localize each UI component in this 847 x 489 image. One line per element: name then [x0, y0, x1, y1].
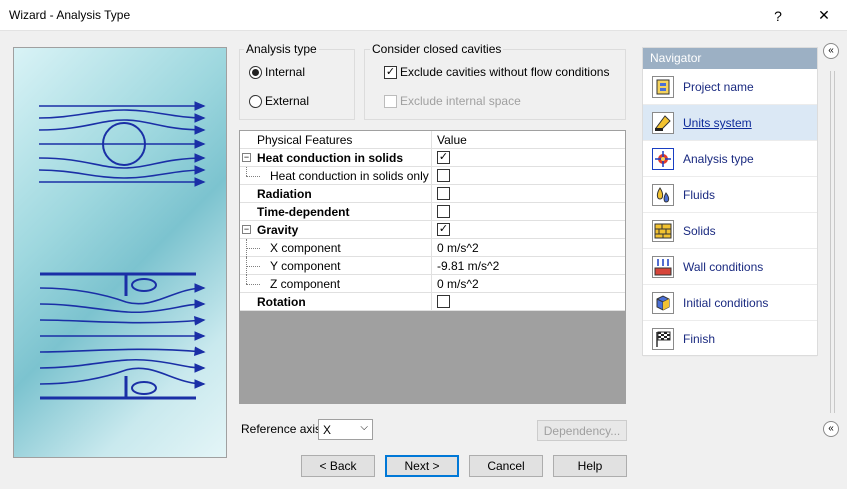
- nav-item-solids[interactable]: Solids: [643, 213, 817, 249]
- reference-axis-label: Reference axis:: [241, 422, 325, 436]
- analysis-type-legend: Analysis type: [244, 42, 319, 56]
- back-button[interactable]: < Back: [301, 455, 375, 477]
- time-dependent-checkbox[interactable]: [437, 205, 450, 218]
- navigator-collapse-bottom-button[interactable]: «: [823, 421, 839, 437]
- nav-item-label: Solids: [683, 224, 716, 238]
- grid-header-row: Physical Features Value: [240, 131, 625, 149]
- exclude-cavities-label: Exclude cavities without flow conditions: [400, 65, 610, 79]
- heat-conduction-only-checkbox[interactable]: [437, 169, 450, 182]
- table-row[interactable]: Heat conduction in solids only: [240, 167, 625, 185]
- table-row[interactable]: Radiation: [240, 185, 625, 203]
- navigator-title: Navigator: [643, 48, 817, 69]
- exclude-cavities-checkbox[interactable]: ✓ Exclude cavities without flow conditio…: [384, 65, 609, 79]
- nav-item-label: Analysis type: [683, 152, 754, 166]
- finish-icon: [652, 328, 674, 350]
- collapse-icon[interactable]: −: [242, 225, 251, 234]
- nav-item-label: Units system: [683, 116, 752, 130]
- heat-conduction-checkbox[interactable]: ✓: [437, 151, 450, 164]
- table-row[interactable]: − Heat conduction in solids ✓: [240, 149, 625, 167]
- radio-internal-label: Internal: [265, 65, 306, 79]
- nav-item-analysis-type[interactable]: Analysis type: [643, 141, 817, 177]
- physical-features-grid: Physical Features Value − Heat conduction…: [239, 130, 626, 404]
- double-chevron-left-icon: «: [828, 423, 834, 434]
- header-value: Value: [437, 132, 467, 147]
- units-system-icon: [652, 112, 674, 134]
- exclude-internal-space-label: Exclude internal space: [400, 94, 521, 108]
- radio-external-indicator: [249, 94, 262, 108]
- reference-axis-select[interactable]: X ⌵: [318, 419, 373, 440]
- navigator-collapse-top-button[interactable]: «: [823, 43, 839, 59]
- nav-item-finish[interactable]: Finish: [643, 321, 817, 357]
- project-name-icon: [652, 76, 674, 98]
- z-component-value[interactable]: 0 m/s^2: [432, 275, 625, 292]
- table-row[interactable]: Z component 0 m/s^2: [240, 275, 625, 293]
- radio-internal[interactable]: Internal: [249, 65, 305, 79]
- radio-external[interactable]: External: [249, 94, 309, 108]
- nav-item-label: Finish: [683, 332, 716, 346]
- nav-item-project-name[interactable]: Project name: [643, 69, 817, 105]
- close-icon: ✕: [818, 7, 830, 23]
- dependency-button[interactable]: Dependency...: [537, 420, 627, 441]
- collapse-icon[interactable]: −: [242, 153, 251, 162]
- flow-illustration: [13, 47, 227, 458]
- next-button[interactable]: Next >: [385, 455, 459, 477]
- table-row[interactable]: Y component -9.81 m/s^2: [240, 257, 625, 275]
- navigator-splitter[interactable]: [830, 71, 835, 413]
- table-row[interactable]: Rotation: [240, 293, 625, 311]
- rotation-checkbox[interactable]: [437, 295, 450, 308]
- radiation-checkbox[interactable]: [437, 187, 450, 200]
- help-icon: ?: [774, 7, 782, 24]
- radio-external-label: External: [265, 94, 310, 108]
- table-row[interactable]: Time-dependent: [240, 203, 625, 221]
- nav-item-initial-conditions[interactable]: Initial conditions: [643, 285, 817, 321]
- flow-lines-graphic: [38, 101, 206, 400]
- gravity-checkbox[interactable]: ✓: [437, 223, 450, 236]
- nav-item-label: Fluids: [683, 188, 716, 202]
- cancel-button[interactable]: Cancel: [469, 455, 543, 477]
- exclude-internal-space-box: [384, 94, 397, 108]
- table-row[interactable]: − Gravity ✓: [240, 221, 625, 239]
- closed-cavities-legend: Consider closed cavities: [370, 42, 504, 56]
- radio-internal-indicator: [249, 65, 262, 79]
- header-physical-features: Physical Features: [240, 131, 432, 148]
- x-component-value[interactable]: 0 m/s^2: [432, 239, 625, 256]
- y-component-value[interactable]: -9.81 m/s^2: [432, 257, 625, 274]
- nav-item-label: Wall conditions: [683, 260, 764, 274]
- exclude-internal-space-checkbox[interactable]: Exclude internal space: [384, 94, 521, 108]
- nav-item-units-system[interactable]: Units system: [643, 105, 817, 141]
- help-button[interactable]: Help: [553, 455, 627, 477]
- double-chevron-left-icon: «: [828, 45, 834, 56]
- chevron-down-icon: ⌵: [360, 422, 368, 433]
- table-row[interactable]: X component 0 m/s^2: [240, 239, 625, 257]
- title-bar: Wizard - Analysis Type ? ✕: [0, 0, 847, 31]
- help-title-button[interactable]: ?: [755, 0, 801, 31]
- grid-body: Physical Features Value − Heat conduction…: [240, 131, 625, 311]
- initial-conditions-icon: [652, 292, 674, 314]
- reference-axis-value: X: [323, 423, 332, 437]
- solids-icon: [652, 220, 674, 242]
- nav-item-wall-conditions[interactable]: Wall conditions: [643, 249, 817, 285]
- analysis-type-icon: [652, 148, 674, 170]
- window-title: Wizard - Analysis Type: [9, 8, 131, 22]
- nav-item-fluids[interactable]: Fluids: [643, 177, 817, 213]
- closed-cavities-group: [364, 49, 626, 120]
- fluids-icon: [652, 184, 674, 206]
- nav-item-label: Initial conditions: [683, 296, 769, 310]
- analysis-type-group: [239, 49, 355, 120]
- navigator-panel: Navigator Project name Units system Anal…: [642, 47, 818, 357]
- nav-item-label: Project name: [683, 80, 754, 94]
- close-button[interactable]: ✕: [801, 0, 847, 31]
- wall-conditions-icon: [652, 256, 674, 278]
- exclude-cavities-check-icon: ✓: [384, 65, 397, 79]
